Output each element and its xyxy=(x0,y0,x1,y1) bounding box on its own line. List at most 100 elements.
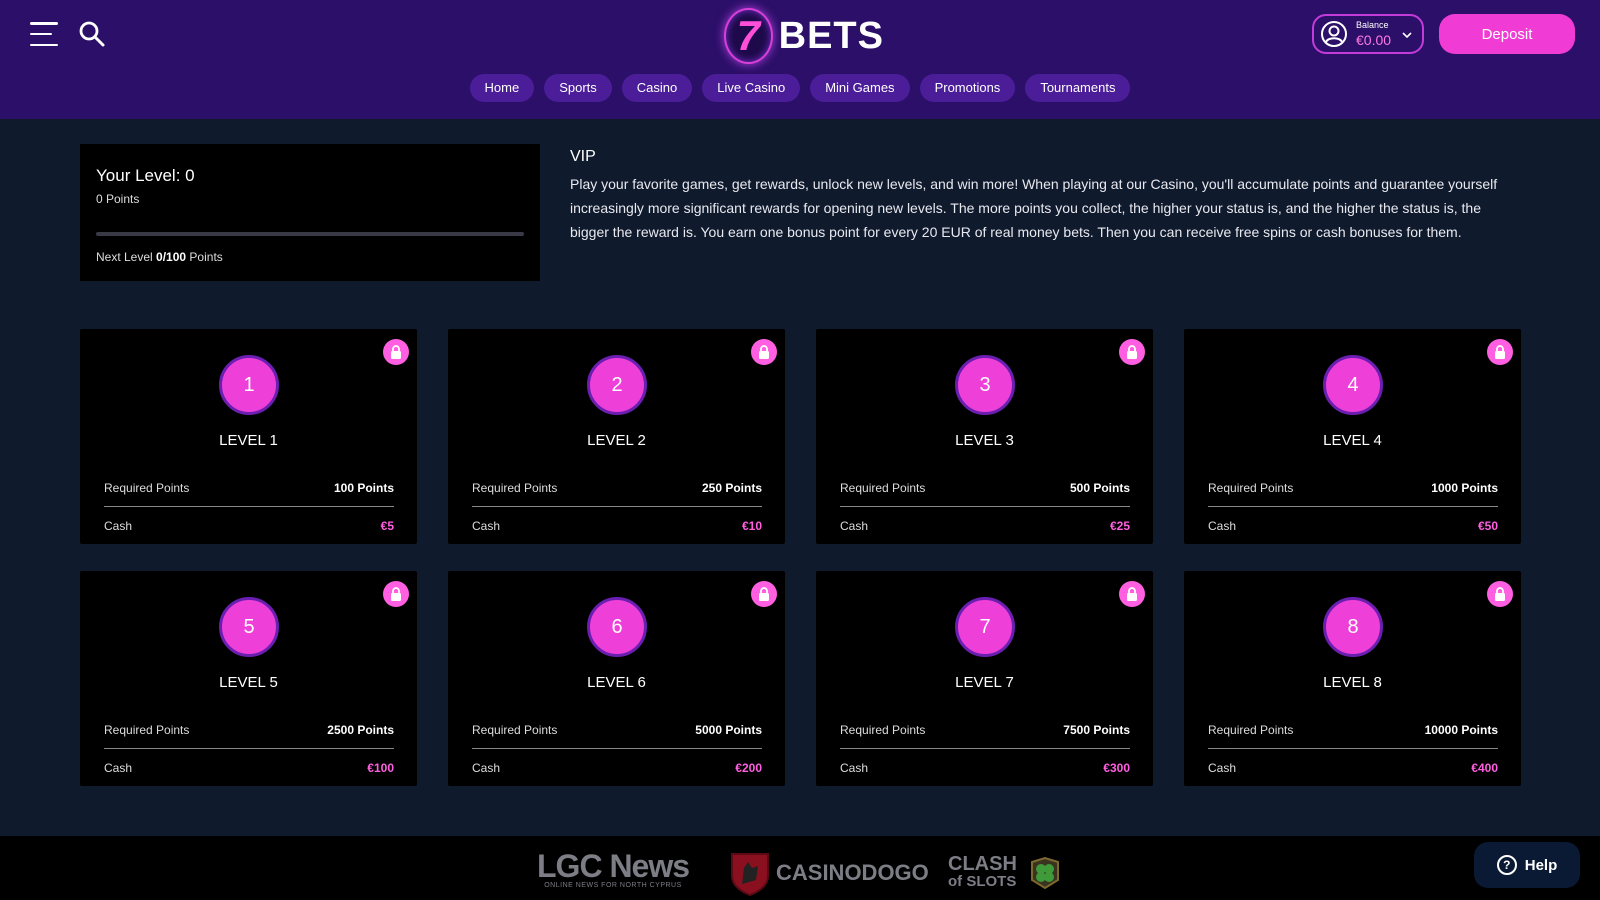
level-progress-bar xyxy=(96,232,524,236)
vip-title: VIP xyxy=(570,148,596,165)
vip-description: Play your favorite games, get rewards, u… xyxy=(570,176,1498,240)
casinodogo-text: CASINODOGO xyxy=(776,860,929,885)
required-points-label: Required Points xyxy=(840,481,926,495)
cash-value: €300 xyxy=(1103,761,1130,775)
level-number-badge: 7 xyxy=(955,597,1015,657)
level-number-badge: 4 xyxy=(1323,355,1383,415)
menu-icon[interactable] xyxy=(30,22,58,46)
required-points-label: Required Points xyxy=(840,723,926,737)
required-points-value: 10000 Points xyxy=(1424,723,1498,737)
cash-label: Cash xyxy=(1208,519,1237,533)
lock-icon xyxy=(1487,581,1513,607)
level-card[interactable]: 6 LEVEL 6 Required Points 5000 Points Cas… xyxy=(448,571,785,786)
search-icon[interactable] xyxy=(78,20,106,48)
level-card[interactable]: 1 LEVEL 1 Required Points 100 Points Cash… xyxy=(80,329,417,544)
question-icon: ? xyxy=(1496,855,1517,875)
nav-sports[interactable]: Sports xyxy=(544,74,612,102)
level-card[interactable]: 3 LEVEL 3 Required Points 500 Points Cash… xyxy=(816,329,1153,544)
level-card[interactable]: 7 LEVEL 7 Required Points 7500 Points Cas… xyxy=(816,571,1153,786)
level-card[interactable]: 4 LEVEL 4 Required Points 1000 Points Cas… xyxy=(1184,329,1521,544)
balance-dropdown[interactable]: Balance €0.00 xyxy=(1312,14,1424,54)
lock-icon xyxy=(751,339,777,365)
level-number-badge: 2 xyxy=(587,355,647,415)
level-title: LEVEL 5 xyxy=(219,674,278,691)
card-divider xyxy=(840,748,1130,749)
nav-home[interactable]: Home xyxy=(469,74,535,102)
nav-tournaments[interactable]: Tournaments xyxy=(1025,74,1131,102)
cash-value: €400 xyxy=(1471,761,1498,775)
partner-casinodogo[interactable]: CASINODOGO xyxy=(728,850,929,896)
level-number-badge: 5 xyxy=(219,597,279,657)
cash-label: Cash xyxy=(472,519,501,533)
main-nav: Home Sports Casino Live Casino Mini Game… xyxy=(0,74,1600,102)
lock-icon xyxy=(383,581,409,607)
level-card[interactable]: 5 LEVEL 5 Required Points 2500 Points Cas… xyxy=(80,571,417,786)
level-number-badge: 8 xyxy=(1323,597,1383,657)
balance-value: €0.00 xyxy=(1356,32,1392,48)
nav-mini-games[interactable]: Mini Games xyxy=(810,74,910,102)
level-card[interactable]: 2 LEVEL 2 Required Points 250 Points Cash… xyxy=(448,329,785,544)
level-title: LEVEL 2 xyxy=(587,432,646,449)
cash-label: Cash xyxy=(472,761,501,775)
level-title: LEVEL 8 xyxy=(1323,674,1382,691)
cash-value: €5 xyxy=(380,519,394,533)
lgc-logo-text: LGC News xyxy=(537,848,690,884)
cash-label: Cash xyxy=(1208,761,1237,775)
required-points-label: Required Points xyxy=(472,481,558,495)
deposit-button[interactable]: Deposit xyxy=(1439,14,1575,54)
chevron-down-icon xyxy=(1402,32,1412,39)
dog-shield-icon xyxy=(731,853,769,896)
current-level: Your Level: 0 xyxy=(96,166,195,185)
lock-icon xyxy=(1119,339,1145,365)
required-points-label: Required Points xyxy=(1208,481,1294,495)
cash-value: €200 xyxy=(735,761,762,775)
cash-value: €100 xyxy=(367,761,394,775)
next-level-value: 0/100 xyxy=(156,250,187,264)
nav-live-casino[interactable]: Live Casino xyxy=(702,74,801,102)
lock-icon xyxy=(1487,339,1513,365)
partner-clash-of-slots[interactable]: CLASH of SLOTS xyxy=(948,850,1062,896)
required-points-label: Required Points xyxy=(104,481,190,495)
nav-promotions[interactable]: Promotions xyxy=(919,74,1016,102)
level-title: LEVEL 6 xyxy=(587,674,646,691)
required-points-value: 1000 Points xyxy=(1431,481,1498,495)
level-title: LEVEL 1 xyxy=(219,432,278,449)
logo-mark: 7 xyxy=(724,8,773,64)
card-divider xyxy=(104,748,394,749)
next-level-text: Next Level 0/100 Points xyxy=(96,250,223,264)
nav-casino[interactable]: Casino xyxy=(621,74,693,102)
lgc-tagline: ONLINE NEWS FOR NORTH CYPRUS xyxy=(544,882,682,889)
help-label: Help xyxy=(1524,856,1558,874)
level-title: LEVEL 4 xyxy=(1323,432,1382,449)
current-points: 0 Points xyxy=(96,192,140,206)
cash-label: Cash xyxy=(840,519,869,533)
clash-text-top: CLASH xyxy=(948,853,1017,875)
level-cards-grid: 1 LEVEL 1 Required Points 100 Points Cash… xyxy=(80,329,1521,786)
card-divider xyxy=(104,506,394,507)
lock-icon xyxy=(751,581,777,607)
level-number-badge: 1 xyxy=(219,355,279,415)
user-icon xyxy=(1321,21,1347,47)
clover-icon xyxy=(1031,856,1059,890)
help-button[interactable]: ? Help xyxy=(1474,842,1580,888)
level-status-panel: Your Level: 0 0 Points Next Level 0/100 … xyxy=(80,144,540,281)
lock-icon xyxy=(383,339,409,365)
card-divider xyxy=(1208,748,1498,749)
clash-text-bottom: of SLOTS xyxy=(948,873,1017,890)
required-points-label: Required Points xyxy=(104,723,190,737)
level-title: LEVEL 7 xyxy=(955,674,1014,691)
required-points-value: 5000 Points xyxy=(695,723,762,737)
level-title: LEVEL 3 xyxy=(955,432,1014,449)
site-logo[interactable]: 7 BETS xyxy=(724,6,884,66)
cash-value: €50 xyxy=(1477,519,1498,533)
cash-value: €10 xyxy=(741,519,762,533)
level-card[interactable]: 8 LEVEL 8 Required Points 10000 Points Ca… xyxy=(1184,571,1521,786)
partner-lgc-news[interactable]: LGC News ONLINE NEWS FOR NORTH CYPRUS xyxy=(537,848,690,896)
required-points-label: Required Points xyxy=(1208,723,1294,737)
required-points-value: 7500 Points xyxy=(1063,723,1130,737)
card-divider xyxy=(840,506,1130,507)
required-points-label: Required Points xyxy=(472,723,558,737)
next-level-prefix: Next Level xyxy=(96,250,153,264)
card-divider xyxy=(1208,506,1498,507)
cash-label: Cash xyxy=(104,519,133,533)
